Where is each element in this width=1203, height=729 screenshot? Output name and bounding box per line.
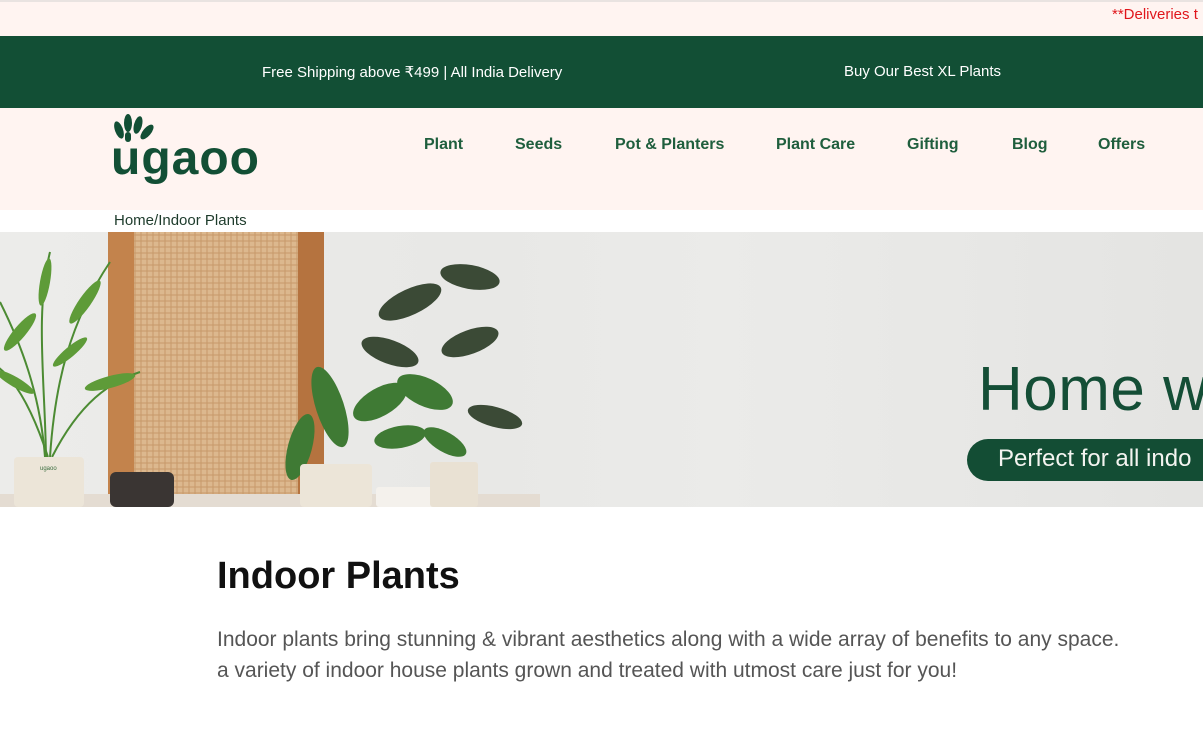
nav-item-blog[interactable]: Blog: [1012, 136, 1048, 154]
site-header: ugaoo Plant Seeds Pot & Planters Plant C…: [0, 108, 1203, 210]
candle-jar: [110, 472, 174, 507]
promo-shipping-link[interactable]: Free Shipping above ₹499 | All India Del…: [262, 63, 562, 81]
nav-item-plant[interactable]: Plant: [424, 136, 463, 154]
pot-middle: [300, 464, 372, 507]
breadcrumb: Home/Indoor Plants: [114, 212, 247, 229]
nav-item-offers[interactable]: Offers: [1098, 136, 1145, 154]
nav-item-plant-care[interactable]: Plant Care: [776, 136, 855, 154]
category-description: Indoor plants bring stunning & vibrant a…: [217, 624, 1203, 686]
notice-bar: **Deliveries t: [0, 0, 1203, 36]
nav-item-seeds[interactable]: Seeds: [515, 136, 562, 154]
logo-wordmark: ugaoo: [111, 132, 260, 185]
promo-xl-plants-link[interactable]: Buy Our Best XL Plants: [844, 63, 1001, 80]
banner-heading: Home w: [978, 355, 1203, 424]
notice-text: **Deliveries t: [1112, 6, 1198, 23]
nav-item-gifting[interactable]: Gifting: [907, 136, 959, 154]
pot-left: [14, 457, 84, 507]
ugaoo-logo[interactable]: ugaoo: [111, 114, 301, 189]
description-line-2: a variety of indoor house plants grown a…: [217, 659, 958, 682]
breadcrumb-current: Indoor Plants: [158, 212, 247, 229]
breadcrumb-home-link[interactable]: Home: [114, 212, 154, 229]
nav-item-pot-planters[interactable]: Pot & Planters: [615, 136, 724, 154]
page-title: Indoor Plants: [217, 555, 460, 597]
description-line-1: Indoor plants bring stunning & vibrant a…: [217, 628, 1120, 651]
promo-bar: Free Shipping above ₹499 | All India Del…: [0, 36, 1203, 108]
pot-back: [430, 462, 478, 507]
pot-logo-left: ugaoo: [40, 466, 57, 472]
banner-pill: Perfect for all indo: [967, 439, 1203, 481]
hero-banner[interactable]: ugaoo Home w Perfect for all indo: [0, 232, 1203, 507]
